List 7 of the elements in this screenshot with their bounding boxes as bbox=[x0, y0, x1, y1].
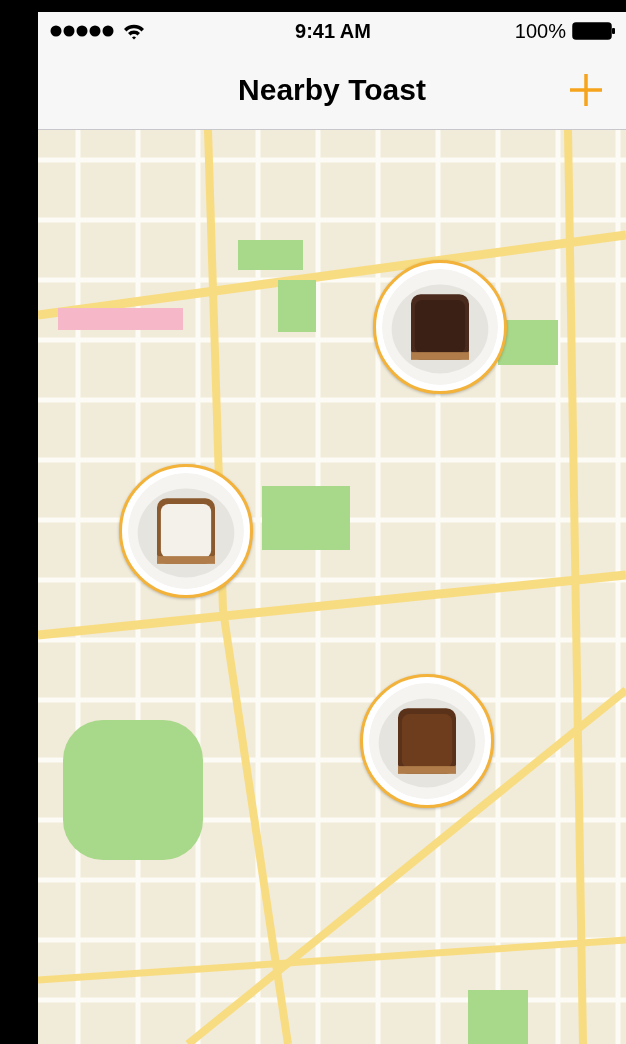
battery-percent: 100% bbox=[514, 19, 566, 43]
status-time: 9:41 AM bbox=[295, 19, 371, 43]
wifi-icon bbox=[123, 22, 145, 40]
battery-icon bbox=[572, 22, 616, 40]
signal-icon bbox=[50, 25, 115, 37]
nav-title: Nearby Toast bbox=[238, 72, 426, 107]
plus-icon bbox=[569, 73, 603, 107]
